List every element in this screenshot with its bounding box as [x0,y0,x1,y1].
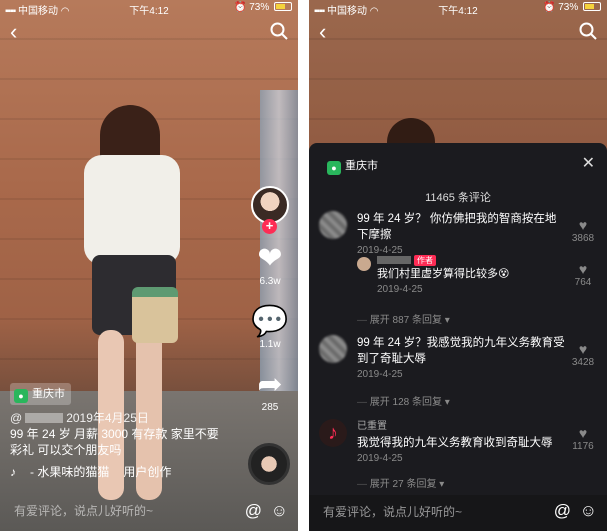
comments-panel: ● 重庆市 ✕ 11465 条评论 99 年 24 岁？ 你仿佛把我的智商按在地下… [309,143,607,495]
search-icon[interactable] [270,22,288,44]
handle-redacted [25,413,64,423]
location-pin-icon: ● [327,161,341,175]
caption-line-2: 彩礼 可以交个朋友吗 [10,443,122,457]
heart-icon[interactable]: ♥ [567,425,599,441]
comment-text: 我觉得我的九年义务教育收到奇耻大辱 [357,437,553,449]
follow-plus-icon[interactable]: + [262,219,277,234]
alarm-icon: ⏰ [542,2,556,13]
music-line[interactable]: ♪ - 水果味的猫猫 用户创作 [10,464,240,480]
location-label: 重庆市 [32,388,65,400]
reply-emoji: 😵 [498,268,510,280]
heart-icon[interactable]: ♥ [567,261,599,277]
battery-percent: 73% [249,2,270,13]
battery-icon [583,2,601,11]
close-icon[interactable]: ✕ [582,153,595,173]
share-action[interactable]: ➦ 285 [248,370,292,414]
comment-count-title: 11465 条评论 [425,192,491,204]
comment-bar[interactable]: 有爱评论，说点儿好听的~ @ ☺ [309,495,607,531]
chevron-left-icon[interactable]: ‹ [10,21,17,43]
reply-like-count: 764 [574,277,592,288]
caption-line-1: 99 年 24 岁 月薪 3000 有存款 家里不要 [10,427,219,441]
post-date: 2019年4月25日 [66,411,149,425]
location-tag[interactable]: ● 重庆市 [10,383,71,405]
commenter-name: 已重置 [357,421,387,432]
comment-action[interactable]: 💬 1.1w [248,307,292,351]
video-caption: @2019年4月25日 99 年 24 岁 月薪 3000 有存款 家里不要 彩… [10,410,240,480]
comment-text: 99 年 24 岁？我感觉我的九年义务教育受到了奇耻大辱 [357,337,565,365]
comment-like-count: 1176 [572,441,594,452]
comment-bubble-icon[interactable]: 💬 [248,307,292,337]
comment-input[interactable]: 有爱评论，说点儿好听的~ [323,503,462,520]
comment-like[interactable]: ♥ 3428 [567,341,599,368]
music-note-icon[interactable]: ♪ [319,419,347,447]
creator-handle[interactable]: @2019年4月25日 [10,410,240,426]
comment-count: 1.1w [259,339,281,350]
comment-bar[interactable]: 有爱评论，说点儿好听的~ @ ☺ [0,495,298,531]
comment-input[interactable]: 有爱评论，说点儿好听的~ [14,502,153,519]
expand-replies[interactable]: 展开 887 条回复 ▾ [357,311,450,326]
share-arrow-icon[interactable]: ➦ [248,370,292,400]
like-count: 6.3w [259,276,281,287]
music-suffix: 用户创作 [123,465,172,479]
reply-like[interactable]: ♥ 764 [567,261,599,288]
chevron-left-icon[interactable]: ‹ [319,21,326,43]
commenter-avatar[interactable] [319,335,347,363]
like-action[interactable]: ❤ 6.3w [248,244,292,288]
emoji-icon[interactable]: ☺ [580,501,597,521]
music-disc[interactable] [248,443,290,485]
heart-icon[interactable]: ❤ [248,244,292,274]
comment-like-count: 3868 [571,233,595,244]
music-note-icon: ♪ [10,465,16,479]
comment-text: 99 年 24 岁？ 你仿佛把我的智商按在地下摩擦 [357,213,557,241]
creator-avatar[interactable]: + [251,186,289,234]
battery-percent: 73% [558,2,579,13]
subject-bag [132,287,178,343]
reply-name-redacted [377,256,411,264]
expand-replies[interactable]: 展开 27 条回复 ▾ [357,475,445,490]
comment-like[interactable]: ♥ 1176 [567,425,599,452]
expand-replies[interactable]: 展开 128 条回复 ▾ [357,393,450,408]
reply-item[interactable]: 作者 我们村里虚岁算得比较多😵 2019-4-25 ♥ 764 [357,255,599,298]
status-bar: ▪▪▪▪ 中国移动 ◠ 下午4:12 ⏰ 73% [0,0,298,17]
comment-date: 2019-4-25 [357,453,403,464]
battery-icon [274,2,292,11]
panel-location[interactable]: ● 重庆市 [327,157,378,175]
status-bar: ▪▪▪▪ 中国移动 ◠ 下午4:12 ⏰ 73% [309,0,607,17]
emoji-icon[interactable]: ☺ [271,501,288,521]
reply-text: 我们村里虚岁算得比较多 [377,268,498,280]
heart-icon[interactable]: ♥ [567,217,599,233]
location-pin-icon: ● [14,389,28,403]
comment-like-count: 3428 [571,357,595,368]
comment-item[interactable]: 99 年 24 岁？我感觉我的九年义务教育受到了奇耻大辱 2019-4-25 ♥… [319,335,599,383]
comment-date: 2019-4-25 [357,369,403,380]
video-screen: ▪▪▪▪ 中国移动 ◠ 下午4:12 ⏰ 73% ‹ + ❤ 6.3w 💬 1.… [0,0,298,531]
music-title: - 水果味的猫猫 [30,465,110,479]
action-rail: + ❤ 6.3w 💬 1.1w ➦ 285 [248,186,292,413]
comment-item[interactable]: ♪ 已重置 我觉得我的九年义务教育收到奇耻大辱 2019-4-25 ♥ 1176 [319,419,599,467]
reply-date: 2019-4-25 [377,284,423,295]
heart-icon[interactable]: ♥ [567,341,599,357]
subject-shirt [84,155,180,265]
panel-location-label: 重庆市 [345,160,378,172]
alarm-icon: ⏰ [233,2,247,13]
at-icon[interactable]: @ [554,501,571,521]
reply-avatar[interactable] [357,257,371,271]
comment-item[interactable]: 99 年 24 岁？ 你仿佛把我的智商按在地下摩擦 2019-4-25 ♥ 38… [319,211,599,259]
author-badge: 作者 [414,255,436,266]
search-icon[interactable] [579,22,597,44]
share-count: 285 [261,402,279,413]
commenter-avatar[interactable] [319,211,347,239]
comments-screen: ▪▪▪▪ 中国移动 ◠ 下午4:12 ⏰ 73% ‹ ● 重庆市 ✕ 11465 … [309,0,607,531]
comment-like[interactable]: ♥ 3868 [567,217,599,244]
at-icon[interactable]: @ [245,501,262,521]
